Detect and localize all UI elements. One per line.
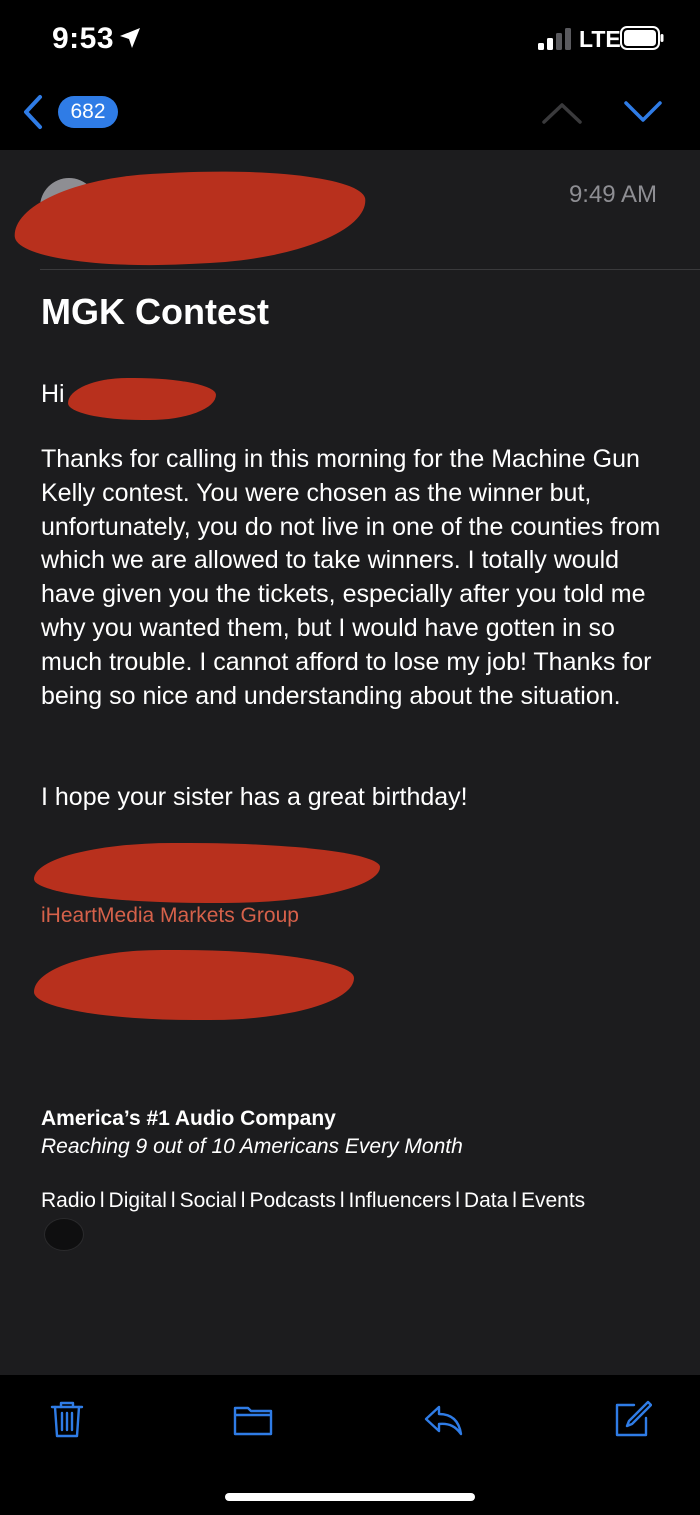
next-message-chevron-down-icon[interactable] <box>622 98 664 126</box>
signature-tagline: America’s #1 Audio Company <box>41 1107 336 1130</box>
body-paragraph-1: Thanks for calling in this morning for t… <box>41 445 661 710</box>
battery-icon <box>620 26 664 50</box>
received-time: 9:49 AM <box>568 181 657 208</box>
signature-subtagline: Reaching 9 out of 10 Americans Every Mon… <box>41 1135 463 1158</box>
signature-name-redaction <box>34 843 380 903</box>
link-events[interactable]: Events <box>521 1189 585 1212</box>
message-count-badge[interactable]: 682 <box>58 96 118 128</box>
location-arrow-icon <box>120 28 140 48</box>
link-separator: l <box>339 1189 345 1212</box>
link-separator: l <box>455 1189 460 1212</box>
link-separator: l <box>170 1189 176 1212</box>
signal-strength-icon <box>538 28 571 50</box>
signature-links: Radio l Digital l Social l Podcasts l Influencer… <box>41 1189 585 1213</box>
header-divider <box>40 269 700 270</box>
recipient-name-redaction <box>68 378 216 420</box>
previous-message-chevron-up-icon <box>542 103 582 124</box>
link-digital[interactable]: Digital <box>109 1189 167 1212</box>
body-paragraph-2: I hope your sister has a great birthday! <box>41 783 468 811</box>
mail-subject: MGK Contest <box>41 291 269 332</box>
bottom-toolbar <box>0 1375 700 1515</box>
link-influencers[interactable]: Influencers <box>349 1189 452 1212</box>
mail-message-view: 9:49 AM MGK Contest Hi Thanks for callin… <box>0 150 700 1375</box>
back-chevron-icon[interactable] <box>20 94 46 130</box>
link-podcasts[interactable]: Podcasts <box>249 1189 335 1212</box>
home-indicator[interactable] <box>225 1493 475 1501</box>
link-social[interactable]: Social <box>180 1189 237 1212</box>
trash-icon[interactable] <box>47 1399 87 1439</box>
link-data[interactable]: Data <box>464 1189 508 1212</box>
link-separator: l <box>240 1189 246 1212</box>
folder-icon[interactable] <box>233 1399 273 1439</box>
status-time: 9:53 <box>52 22 115 55</box>
link-separator: l <box>99 1189 105 1212</box>
status-bar: 9:53 LTE <box>0 0 700 80</box>
mail-nav-bar: 682 <box>0 80 700 150</box>
signature-contact-redaction <box>34 950 354 1020</box>
link-radio[interactable]: Radio <box>41 1189 96 1212</box>
signature-company-link[interactable]: iHeartMedia Markets Group <box>41 904 299 928</box>
signature-logo-image <box>44 1218 84 1251</box>
reply-icon[interactable] <box>423 1399 463 1439</box>
network-type: LTE <box>579 26 621 52</box>
compose-icon[interactable] <box>612 1399 652 1439</box>
link-separator: l <box>512 1189 517 1212</box>
